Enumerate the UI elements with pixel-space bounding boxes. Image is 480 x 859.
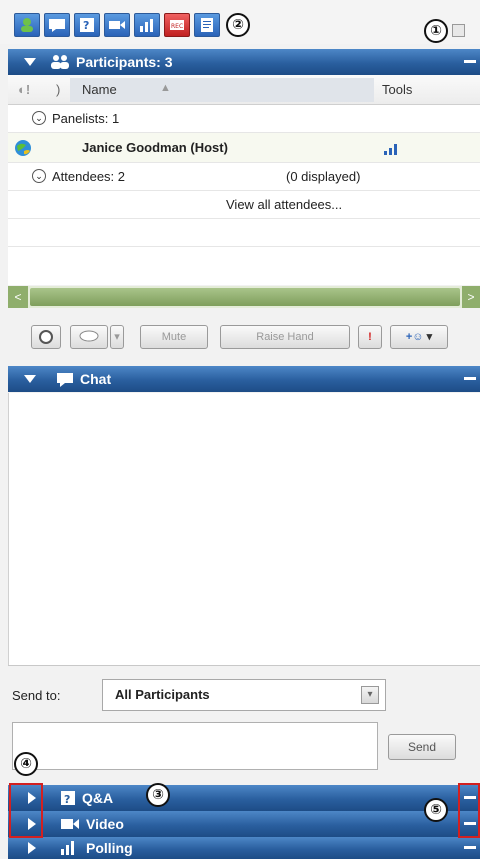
polling-panel-header[interactable]: Polling xyxy=(8,837,480,859)
svg-text:REC: REC xyxy=(171,23,183,30)
speech-bubble-icon xyxy=(79,330,99,342)
recorder-icon[interactable]: REC xyxy=(164,13,190,37)
notes-icon[interactable] xyxy=(194,13,220,37)
view-all-attendees-link[interactable]: View all attendees... xyxy=(226,197,342,212)
tools-column-header[interactable]: Tools xyxy=(382,82,412,97)
chat-message-area[interactable] xyxy=(8,393,480,665)
minimize-controls-highlight xyxy=(458,783,480,838)
host-name: Janice Goodman (Host) xyxy=(82,140,228,155)
polling-icon[interactable] xyxy=(134,13,160,37)
panel-options-icon[interactable] xyxy=(452,24,465,37)
send-to-label: Send to: xyxy=(12,688,61,703)
sort-arrow-icon: ▲ xyxy=(160,82,171,94)
attendees-label: Attendees: 2 xyxy=(52,169,125,184)
send-to-value: All Participants xyxy=(115,687,210,702)
polling-icon xyxy=(61,841,74,855)
chat-header[interactable]: Chat xyxy=(8,366,480,392)
status-column-icon[interactable]: ◐! xyxy=(18,82,30,97)
scroll-thumb[interactable] xyxy=(30,288,460,306)
person-icon: ☺ xyxy=(412,331,424,343)
emoticon-button[interactable] xyxy=(70,325,108,349)
status-button[interactable] xyxy=(31,325,61,349)
host-globe-icon xyxy=(15,140,31,156)
expand-group-icon[interactable]: ⌄ xyxy=(32,169,46,183)
collapse-arrow-icon[interactable] xyxy=(24,375,36,383)
callout-1: ① xyxy=(424,19,448,43)
expand-controls-highlight xyxy=(9,783,43,838)
callout-3: ③ xyxy=(146,783,170,807)
list-header-row: ◐! ) Name ▲ Tools xyxy=(8,75,480,105)
participant-controls: ▾ Mute Raise Hand ! +☺ ▾ xyxy=(8,310,480,364)
participant-list: ◐! ) Name ▲ Tools ⌄ Panelists: 1 Janice … xyxy=(8,75,480,285)
chat-icon[interactable] xyxy=(44,13,70,37)
callout-5: ⑤ xyxy=(424,798,448,822)
qa-title: Q&A xyxy=(82,790,114,806)
minimize-icon[interactable] xyxy=(464,60,476,63)
video-title: Video xyxy=(86,816,124,832)
chat-message-input[interactable] xyxy=(12,722,378,770)
video-camera-icon xyxy=(61,819,79,829)
panelists-label: Panelists: 1 xyxy=(52,111,120,126)
empty-row xyxy=(8,247,480,275)
name-column-header[interactable]: Name ▲ xyxy=(70,78,374,102)
view-all-row: View all attendees... xyxy=(8,191,480,219)
send-to-select[interactable]: All Participants ▾ xyxy=(102,679,386,711)
qa-icon[interactable]: ? xyxy=(74,13,100,37)
status-circle-icon xyxy=(39,330,53,344)
video-panel-header[interactable]: Video xyxy=(8,811,480,837)
signal-bars-icon xyxy=(384,144,397,155)
svg-text:?: ? xyxy=(64,793,70,806)
raise-hand-button[interactable]: Raise Hand xyxy=(220,325,350,349)
collapse-arrow-icon[interactable] xyxy=(24,58,36,66)
alert-button[interactable]: ! xyxy=(358,325,382,349)
participants-header[interactable]: Participants: 3 xyxy=(8,49,480,75)
mute-button[interactable]: Mute xyxy=(140,325,208,349)
panel-toolbar: ? REC ② ① xyxy=(0,0,480,44)
dropdown-arrow-icon: ▾ xyxy=(426,331,433,343)
scroll-left-icon[interactable]: < xyxy=(8,286,28,308)
people-icon xyxy=(51,55,69,69)
qa-panel-header[interactable]: ? Q&A xyxy=(8,785,480,811)
host-row[interactable]: Janice Goodman (Host) xyxy=(8,133,480,163)
participants-icon[interactable] xyxy=(14,13,40,37)
video-icon[interactable] xyxy=(104,13,130,37)
emoticon-dropdown-arrow[interactable]: ▾ xyxy=(110,325,124,349)
expand-group-icon[interactable]: ⌄ xyxy=(32,111,46,125)
minimize-icon[interactable] xyxy=(464,377,476,380)
chat-title: Chat xyxy=(80,371,112,387)
callout-4: ④ xyxy=(14,752,38,776)
name-column-label: Name xyxy=(82,82,117,97)
chat-compose-area: Send to: All Participants ▾ Send xyxy=(8,665,480,786)
attendees-displayed: (0 displayed) xyxy=(286,169,361,184)
minimize-icon[interactable] xyxy=(464,846,476,849)
svg-text:?: ? xyxy=(83,19,89,32)
qa-icon: ? xyxy=(61,791,75,806)
callout-2: ② xyxy=(226,13,250,37)
chat-bubble-icon xyxy=(57,373,73,387)
panelists-group-row[interactable]: ⌄ Panelists: 1 xyxy=(8,105,480,133)
send-button[interactable]: Send xyxy=(388,734,456,760)
expand-arrow-icon[interactable] xyxy=(28,842,36,854)
invite-button[interactable]: +☺ ▾ xyxy=(390,325,448,349)
mic-column-icon[interactable]: ) xyxy=(56,82,60,97)
chevron-down-icon[interactable]: ▾ xyxy=(361,686,379,704)
empty-row xyxy=(8,219,480,247)
participants-title: Participants: 3 xyxy=(76,54,173,70)
scroll-right-icon[interactable]: > xyxy=(462,286,480,308)
polling-title: Polling xyxy=(86,840,133,856)
attendees-group-row[interactable]: ⌄ Attendees: 2 (0 displayed) xyxy=(8,163,480,191)
horizontal-scrollbar[interactable]: < > xyxy=(8,286,480,308)
